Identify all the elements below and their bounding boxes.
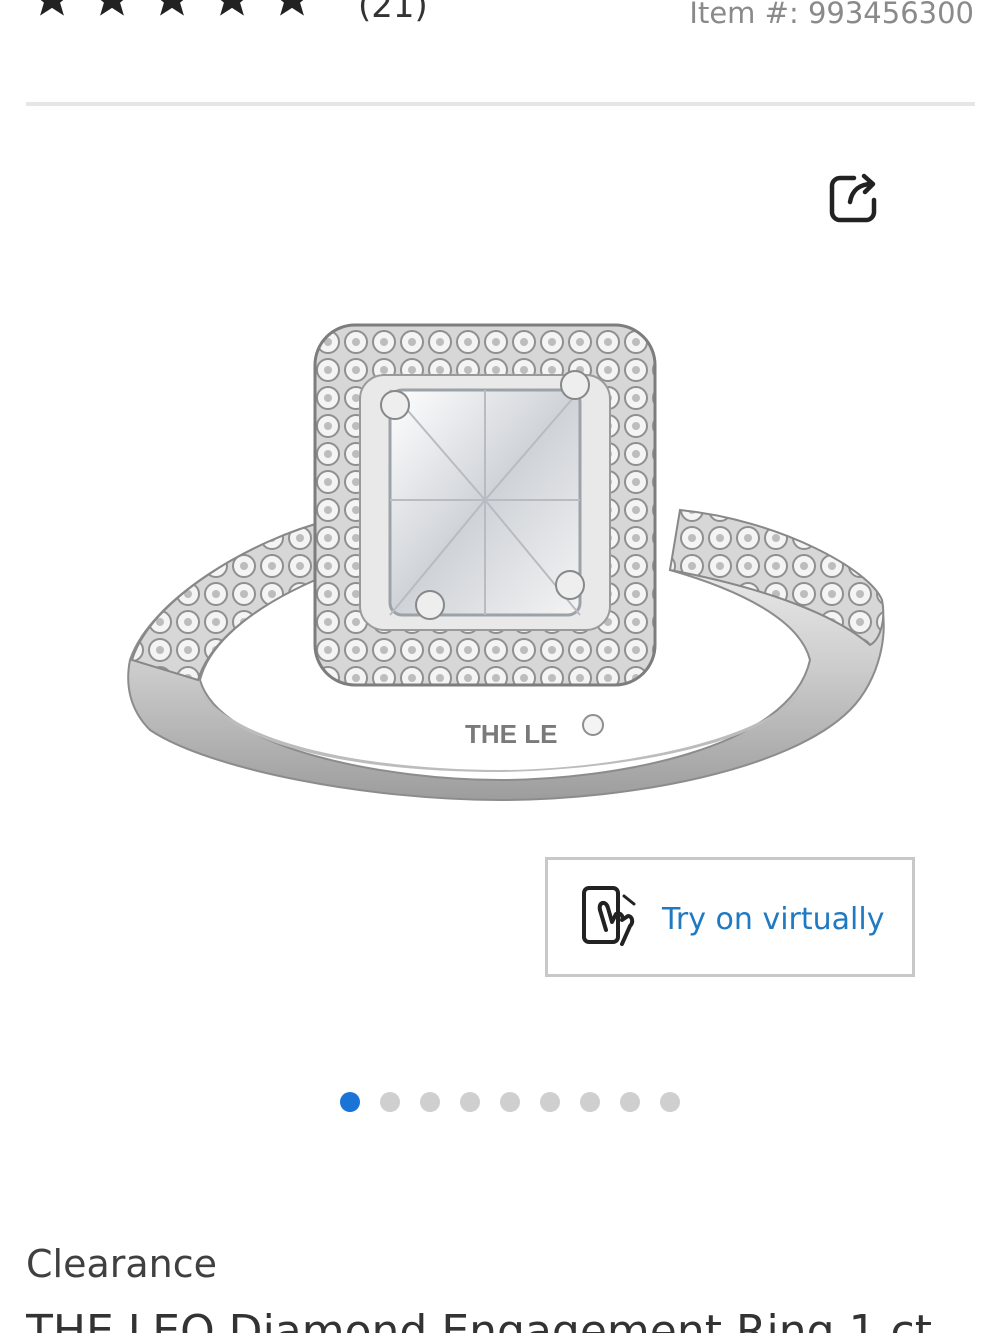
- carousel-dot[interactable]: [420, 1092, 440, 1112]
- divider: [26, 102, 975, 106]
- star-icon: [40, 0, 64, 16]
- carousel-pagination: [340, 1092, 680, 1112]
- carousel-dot[interactable]: [540, 1092, 560, 1112]
- share-button[interactable]: [826, 168, 884, 226]
- item-number: Item #: 993456300: [689, 0, 974, 30]
- phone-hand-icon: [582, 886, 636, 946]
- review-count[interactable]: (21): [358, 0, 428, 26]
- rating-row: (21) Item #: 993456300: [0, 0, 1000, 40]
- carousel-dot[interactable]: [380, 1092, 400, 1112]
- product-title: THE LEO Diamond Engagement Ring 1 ct: [26, 1306, 932, 1333]
- star-rating[interactable]: [30, 0, 314, 22]
- carousel-dot[interactable]: [460, 1092, 480, 1112]
- carousel-dot[interactable]: [620, 1092, 640, 1112]
- product-image[interactable]: THE LE: [90, 300, 910, 830]
- share-icon: [829, 173, 877, 223]
- star-icon: [100, 0, 124, 16]
- ring-engraving: THE LE: [465, 719, 557, 749]
- ring-illustration: THE LE: [127, 323, 885, 802]
- carousel-dot[interactable]: [580, 1092, 600, 1112]
- carousel-dot[interactable]: [500, 1092, 520, 1112]
- star-icon: [280, 0, 304, 16]
- clearance-badge: Clearance: [26, 1242, 218, 1286]
- try-on-virtually-button[interactable]: Try on virtually: [545, 857, 915, 977]
- carousel-dot[interactable]: [660, 1092, 680, 1112]
- star-icon: [160, 0, 184, 16]
- star-icon: [220, 0, 244, 16]
- try-on-label: Try on virtually: [662, 902, 885, 937]
- carousel-dot[interactable]: [340, 1092, 360, 1112]
